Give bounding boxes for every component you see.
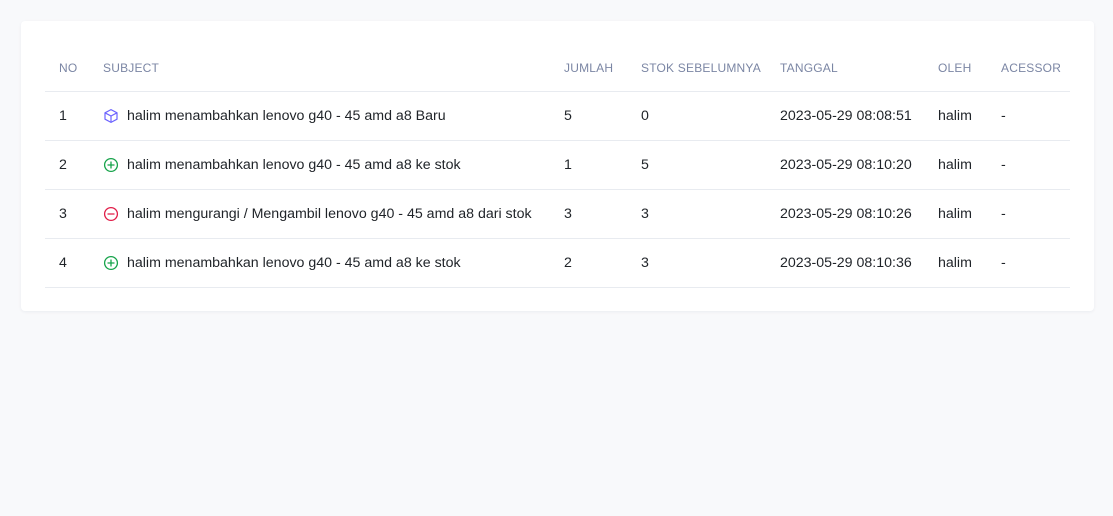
cell-acessor: -: [987, 91, 1070, 141]
cell-jumlah: 1: [550, 140, 627, 190]
cell-no: 1: [45, 91, 89, 141]
table-row[interactable]: 4 halim menambahkan lenovo g40 - 45 amd …: [45, 238, 1070, 288]
column-header-no[interactable]: NO: [45, 21, 89, 92]
stock-history-table: NO SUBJECT JUMLAH STOK SEBELUMNYA TANGGA…: [45, 21, 1070, 288]
cell-stok-sebelumnya: 3: [627, 189, 766, 239]
cell-oleh: halim: [924, 91, 987, 141]
cell-subject: halim menambahkan lenovo g40 - 45 amd a8…: [103, 255, 550, 271]
column-header-stok-sebelumnya[interactable]: STOK SEBELUMNYA: [627, 21, 766, 92]
minus-circle-icon: [103, 206, 119, 222]
column-header-subject[interactable]: SUBJECT: [89, 21, 550, 92]
cell-stok-sebelumnya: 3: [627, 238, 766, 288]
table-row[interactable]: 2 halim menambahkan lenovo g40 - 45 amd …: [45, 140, 1070, 190]
cell-subject: halim menambahkan lenovo g40 - 45 amd a8…: [103, 157, 550, 173]
cell-acessor: -: [987, 140, 1070, 190]
column-header-jumlah[interactable]: JUMLAH: [550, 21, 627, 92]
cell-oleh: halim: [924, 189, 987, 239]
cell-stok-sebelumnya: 0: [627, 91, 766, 141]
cell-jumlah: 5: [550, 91, 627, 141]
column-header-oleh[interactable]: OLEH: [924, 21, 987, 92]
subject-text: halim menambahkan lenovo g40 - 45 amd a8…: [127, 107, 446, 124]
cell-no: 4: [45, 238, 89, 288]
cell-oleh: halim: [924, 140, 987, 190]
cell-oleh: halim: [924, 238, 987, 288]
subject-text: halim mengurangi / Mengambil lenovo g40 …: [127, 205, 532, 222]
history-card: NO SUBJECT JUMLAH STOK SEBELUMNYA TANGGA…: [21, 21, 1094, 311]
table-header-row: NO SUBJECT JUMLAH STOK SEBELUMNYA TANGGA…: [45, 21, 1070, 92]
plus-circle-icon: [103, 157, 119, 173]
cell-no: 2: [45, 140, 89, 190]
cell-no: 3: [45, 189, 89, 239]
cube-icon: [103, 108, 119, 124]
column-header-tanggal[interactable]: TANGGAL: [766, 21, 924, 92]
cell-tanggal: 2023-05-29 08:10:36: [766, 238, 924, 288]
cell-acessor: -: [987, 189, 1070, 239]
table-row[interactable]: 1 halim menambahkan lenovo g40 - 45 amd …: [45, 91, 1070, 141]
cell-tanggal: 2023-05-29 08:10:20: [766, 140, 924, 190]
cell-jumlah: 2: [550, 238, 627, 288]
cell-tanggal: 2023-05-29 08:10:26: [766, 189, 924, 239]
subject-text: halim menambahkan lenovo g40 - 45 amd a8…: [127, 156, 461, 173]
cell-subject: halim menambahkan lenovo g40 - 45 amd a8…: [103, 108, 550, 124]
cell-stok-sebelumnya: 5: [627, 140, 766, 190]
cell-subject: halim mengurangi / Mengambil lenovo g40 …: [103, 206, 550, 222]
cell-acessor: -: [987, 238, 1070, 288]
plus-circle-icon: [103, 255, 119, 271]
subject-text: halim menambahkan lenovo g40 - 45 amd a8…: [127, 254, 461, 271]
cell-jumlah: 3: [550, 189, 627, 239]
cell-tanggal: 2023-05-29 08:08:51: [766, 91, 924, 141]
table-row[interactable]: 3 halim mengurangi / Mengambil lenovo g4…: [45, 189, 1070, 239]
column-header-acessor[interactable]: ACESSOR: [987, 21, 1070, 92]
